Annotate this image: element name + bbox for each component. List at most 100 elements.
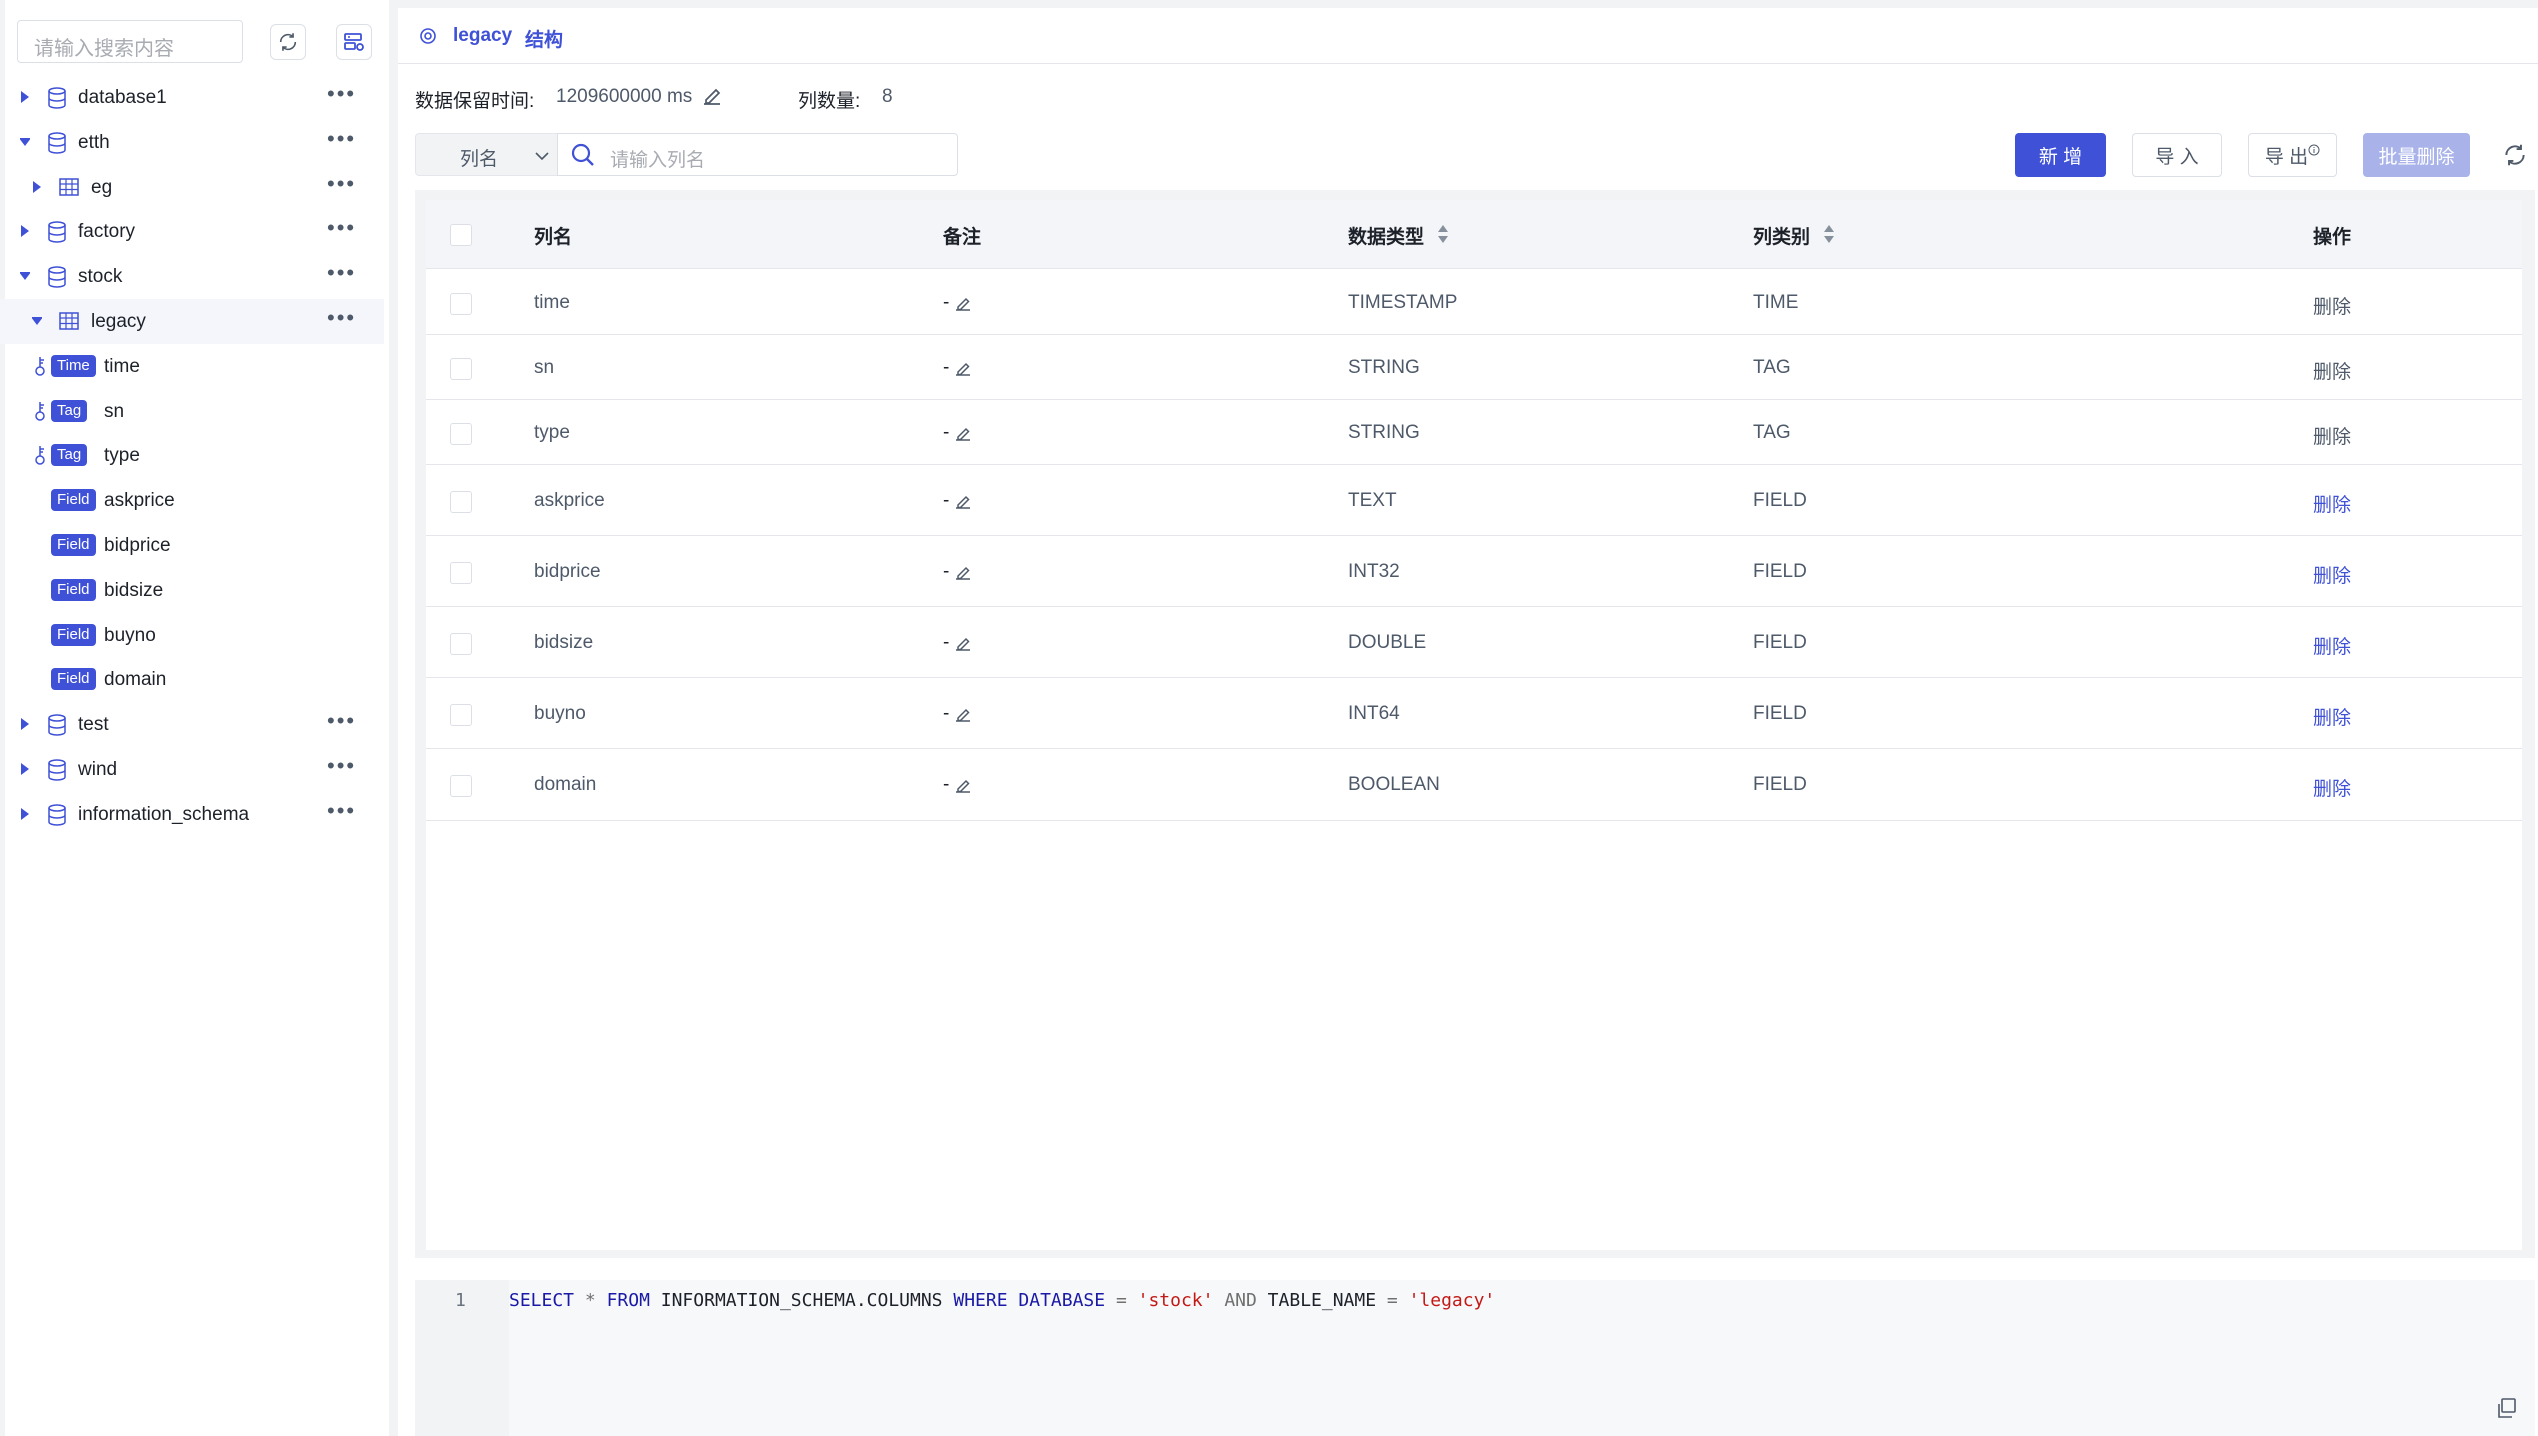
edit-comment-icon[interactable]: [954, 776, 972, 794]
caret-down-icon[interactable]: [30, 314, 44, 328]
sql-token: =: [1386, 1290, 1398, 1311]
more-icon[interactable]: •••: [327, 305, 356, 331]
tree-item-eg[interactable]: eg •••: [0, 165, 384, 210]
table-row: sn - STRING TAG 删除: [426, 335, 2522, 400]
tree-item-etth[interactable]: etth •••: [0, 120, 384, 165]
select-all-checkbox[interactable]: [450, 224, 472, 246]
edit-comment-icon[interactable]: [954, 359, 972, 377]
caret-right-icon[interactable]: [18, 762, 32, 776]
caret-down-icon[interactable]: [18, 269, 32, 283]
tree-item-bidprice[interactable]: Field bidprice: [0, 523, 384, 568]
edit-comment-icon[interactable]: [954, 563, 972, 581]
cell-name: buyno: [534, 703, 586, 724]
tree-item-label: legacy: [91, 311, 146, 332]
database-icon: [48, 132, 66, 154]
export-button[interactable]: 导 出: [2248, 133, 2337, 177]
cell-data-type: STRING: [1348, 357, 1420, 378]
server-settings-icon: [344, 33, 364, 51]
import-button[interactable]: 导 入: [2132, 133, 2222, 177]
caret-right-icon[interactable]: [18, 90, 32, 104]
tree-item-bidsize[interactable]: Field bidsize: [0, 568, 384, 613]
sort-category-icon[interactable]: [1822, 222, 1836, 246]
tree-item-sn[interactable]: Tag sn: [0, 389, 384, 434]
delete-link[interactable]: 删除: [2313, 561, 2351, 588]
column-type-badge: Field: [51, 579, 96, 601]
row-checkbox[interactable]: [450, 293, 472, 315]
batch-delete-button[interactable]: 批量删除: [2363, 133, 2470, 177]
table-row: type - STRING TAG 删除: [426, 400, 2522, 465]
edit-comment-icon[interactable]: [954, 424, 972, 442]
copy-icon[interactable]: [2494, 1396, 2518, 1420]
tree-item-information-schema[interactable]: information_schema •••: [0, 792, 384, 837]
cell-data-type: INT32: [1348, 561, 1400, 582]
more-icon[interactable]: •••: [327, 215, 356, 241]
table-row: bidprice - INT32 FIELD 删除: [426, 536, 2522, 607]
tree-item-test[interactable]: test •••: [0, 702, 384, 747]
delete-link[interactable]: 删除: [2313, 357, 2351, 384]
cell-data-type: STRING: [1348, 422, 1420, 443]
more-icon[interactable]: •••: [327, 171, 356, 197]
filter-field-select[interactable]: 列名: [415, 133, 558, 176]
tree-item-type[interactable]: Tag type: [0, 433, 384, 478]
row-checkbox[interactable]: [450, 491, 472, 513]
edit-retention-icon[interactable]: [700, 84, 724, 108]
delete-link[interactable]: 删除: [2313, 632, 2351, 659]
edit-comment-icon[interactable]: [954, 705, 972, 723]
tree-item-buyno[interactable]: Field buyno: [0, 613, 384, 658]
cell-data-type: TIMESTAMP: [1348, 292, 1458, 313]
row-checkbox[interactable]: [450, 358, 472, 380]
cell-name: askprice: [534, 490, 605, 511]
tree-search-input[interactable]: 请输入搜索内容: [17, 20, 243, 63]
cell-data-type: INT64: [1348, 703, 1400, 724]
structure-title: 结构: [525, 30, 564, 51]
tree-item-domain[interactable]: Field domain: [0, 657, 384, 702]
delete-link[interactable]: 删除: [2313, 490, 2351, 517]
edit-comment-icon[interactable]: [954, 634, 972, 652]
delete-link[interactable]: 删除: [2313, 422, 2351, 449]
delete-link[interactable]: 删除: [2313, 292, 2351, 319]
caret-down-icon[interactable]: [18, 135, 32, 149]
tree-item-legacy[interactable]: legacy •••: [0, 299, 384, 344]
column-search-input[interactable]: 请输入列名: [557, 133, 958, 176]
more-icon[interactable]: •••: [327, 753, 356, 779]
sort-data-type-icon[interactable]: [1436, 222, 1450, 246]
tree-item-time[interactable]: Time time: [0, 344, 384, 389]
key-icon: [35, 402, 45, 421]
row-checkbox[interactable]: [450, 423, 472, 445]
more-icon[interactable]: •••: [327, 260, 356, 286]
edit-comment-icon[interactable]: [954, 492, 972, 510]
edit-comment-icon[interactable]: [954, 294, 972, 312]
refresh-tree-button[interactable]: [270, 24, 306, 60]
more-icon[interactable]: •••: [327, 798, 356, 824]
refresh-table-icon[interactable]: [2502, 142, 2528, 168]
tree-item-wind[interactable]: wind •••: [0, 747, 384, 792]
info-icon: [2308, 144, 2320, 156]
target-icon: [420, 28, 436, 44]
table-icon: [59, 312, 79, 330]
tree-item-database1[interactable]: database1 •••: [0, 75, 384, 120]
tree-item-askprice[interactable]: Field askprice: [0, 478, 384, 523]
tree-item-stock[interactable]: stock •••: [0, 254, 384, 299]
row-checkbox[interactable]: [450, 775, 472, 797]
database-icon: [48, 221, 66, 243]
add-button[interactable]: 新 增: [2015, 133, 2106, 177]
tree-item-factory[interactable]: factory •••: [0, 209, 384, 254]
header-category: 列类别: [1753, 227, 1811, 248]
row-checkbox[interactable]: [450, 633, 472, 655]
sql-code-line[interactable]: SELECT * FROM INFORMATION_SCHEMA.COLUMNS…: [509, 1290, 1495, 1311]
row-checkbox[interactable]: [450, 562, 472, 584]
caret-right-icon[interactable]: [18, 224, 32, 238]
more-icon[interactable]: •••: [327, 708, 356, 734]
column-type-badge: Field: [51, 489, 96, 511]
caret-right-icon[interactable]: [30, 180, 44, 194]
caret-right-icon[interactable]: [18, 717, 32, 731]
column-count-label: 列数量:: [798, 91, 861, 112]
delete-link[interactable]: 删除: [2313, 774, 2351, 801]
more-icon[interactable]: •••: [327, 81, 356, 107]
caret-right-icon[interactable]: [18, 807, 32, 821]
delete-link[interactable]: 删除: [2313, 703, 2351, 730]
cell-category: FIELD: [1753, 561, 1807, 582]
more-icon[interactable]: •••: [327, 126, 356, 152]
row-checkbox[interactable]: [450, 704, 472, 726]
manage-button[interactable]: [336, 24, 372, 60]
